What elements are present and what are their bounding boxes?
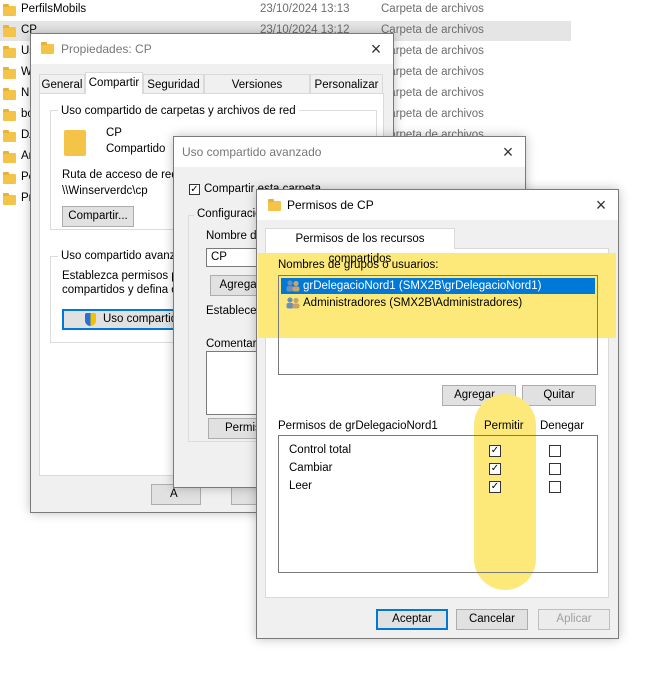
share-group-label: Uso compartido de carpetas y archivos de… (58, 105, 299, 117)
comment-label: Comentari (206, 338, 260, 350)
share-state: Compartido (106, 143, 166, 155)
shield-icon (85, 313, 96, 326)
folder-icon (41, 42, 54, 54)
allow-checkbox[interactable]: ✓ (489, 481, 501, 493)
advanced-titlebar: Uso compartido avanzado × (174, 137, 525, 167)
explorer-name: N (21, 87, 30, 99)
remove-user-button[interactable]: Quitar (522, 385, 596, 406)
cancel-button[interactable]: Cancelar (456, 609, 528, 630)
close-icon[interactable]: × (367, 40, 385, 58)
explorer-date: 23/10/2024 13:13 (260, 3, 350, 15)
permission-label: Cambiar (289, 462, 333, 474)
folder-icon (3, 25, 16, 37)
folder-icon (3, 193, 16, 205)
close-icon[interactable]: × (499, 143, 517, 161)
permission-label: Control total (289, 444, 352, 456)
share-folder-checkbox[interactable]: ✓ (189, 184, 200, 195)
close-icon[interactable]: × (592, 196, 610, 214)
explorer-name: PerfilsMobils (21, 3, 87, 15)
perm-for-label: Permisos de grDelegacioNord1 (278, 420, 438, 432)
properties-titlebar: Propiedades: CP × (31, 34, 393, 64)
path-label: Ruta de acceso de red: (62, 169, 181, 181)
deny-checkbox[interactable] (549, 463, 561, 475)
tab-general[interactable]: General (39, 74, 85, 94)
advanced-text-2: compartidos y defina otr (62, 284, 185, 296)
ok-button[interactable]: Aceptar (376, 609, 448, 630)
explorer-type: Carpeta de archivos (381, 66, 484, 78)
permissions-window: Permisos de CP × Permisos de los recurso… (256, 189, 619, 639)
deny-header: Denegar (540, 420, 585, 432)
limit-label: Establecer (206, 305, 261, 317)
folder-icon (3, 151, 16, 163)
path-value: \\Winserverdc\cp (62, 185, 148, 197)
tab-share-permissions[interactable]: Permisos de los recursos compartidos (265, 228, 455, 265)
folder-icon (3, 4, 16, 16)
advanced-title: Uso compartido avanzado (182, 145, 322, 159)
permission-row: Control total ✓ (279, 442, 597, 460)
permissions-title: Permisos de CP (287, 198, 374, 212)
tab-versiones[interactable]: Versiones anteriores (204, 74, 310, 111)
allow-checkbox[interactable]: ✓ (489, 463, 501, 475)
folder-icon (3, 88, 16, 100)
share-name: CP (106, 127, 122, 139)
folder-icon (3, 67, 16, 79)
tab-personalizar[interactable]: Personalizar (310, 74, 383, 94)
permission-label: Leer (289, 480, 313, 492)
deny-checkbox[interactable] (549, 481, 561, 493)
folder-icon (3, 109, 16, 121)
user-group-icon (286, 297, 300, 309)
folder-icon (3, 130, 16, 142)
explorer-type: Carpeta de archivos (381, 87, 484, 99)
explorer-type: Carpeta de archivos (381, 108, 484, 120)
share-button[interactable]: Compartir... (62, 206, 134, 227)
tab-compartir[interactable]: Compartir (85, 72, 143, 94)
permission-row: Cambiar ✓ (279, 460, 597, 478)
allow-header: Permitir (484, 420, 524, 432)
folder-icon (3, 172, 16, 184)
user-row[interactable]: grDelegacioNord1 (SMX2B\grDelegacioNord1… (281, 278, 595, 294)
advanced-text-1: Establezca permisos per (62, 270, 188, 282)
permissions-panel: Nombres de grupos o usuarios: grDelegaci… (258, 248, 616, 598)
user-group-icon (286, 280, 300, 292)
name-label: Nombre de (206, 230, 263, 242)
user-label: Administradores (SMX2B\Administradores) (303, 297, 523, 309)
properties-tabs: General Compartir Seguridad Versiones an… (39, 72, 384, 111)
users-list[interactable]: grDelegacioNord1 (SMX2B\grDelegacioNord1… (278, 275, 598, 375)
user-row[interactable]: Administradores (SMX2B\Administradores) (281, 295, 595, 311)
large-folder-icon (64, 130, 86, 156)
explorer-row[interactable]: PerfilsMobils 23/10/2024 13:13 Carpeta de … (0, 0, 571, 21)
explorer-type: Carpeta de archivos (381, 45, 484, 57)
explorer-type: Carpeta de archivos (381, 24, 484, 36)
folder-icon (3, 46, 16, 58)
deny-checkbox[interactable] (549, 445, 561, 457)
advanced-share-label: Uso compartido (103, 313, 184, 325)
permissions-list: Control total ✓ Cambiar ✓ Leer ✓ (278, 435, 598, 573)
name-value: CP (211, 251, 227, 263)
folder-icon (268, 199, 281, 211)
permissions-titlebar: Permisos de CP × (257, 190, 618, 220)
tab-seguridad[interactable]: Seguridad (143, 74, 204, 94)
permission-row: Leer ✓ (279, 478, 597, 496)
user-label: grDelegacioNord1 (SMX2B\grDelegacioNord1… (303, 280, 542, 292)
apply-button: Aplicar (538, 609, 610, 630)
properties-title: Propiedades: CP (61, 42, 152, 56)
allow-checkbox[interactable]: ✓ (489, 445, 501, 457)
explorer-type: Carpeta de archivos (381, 3, 484, 15)
